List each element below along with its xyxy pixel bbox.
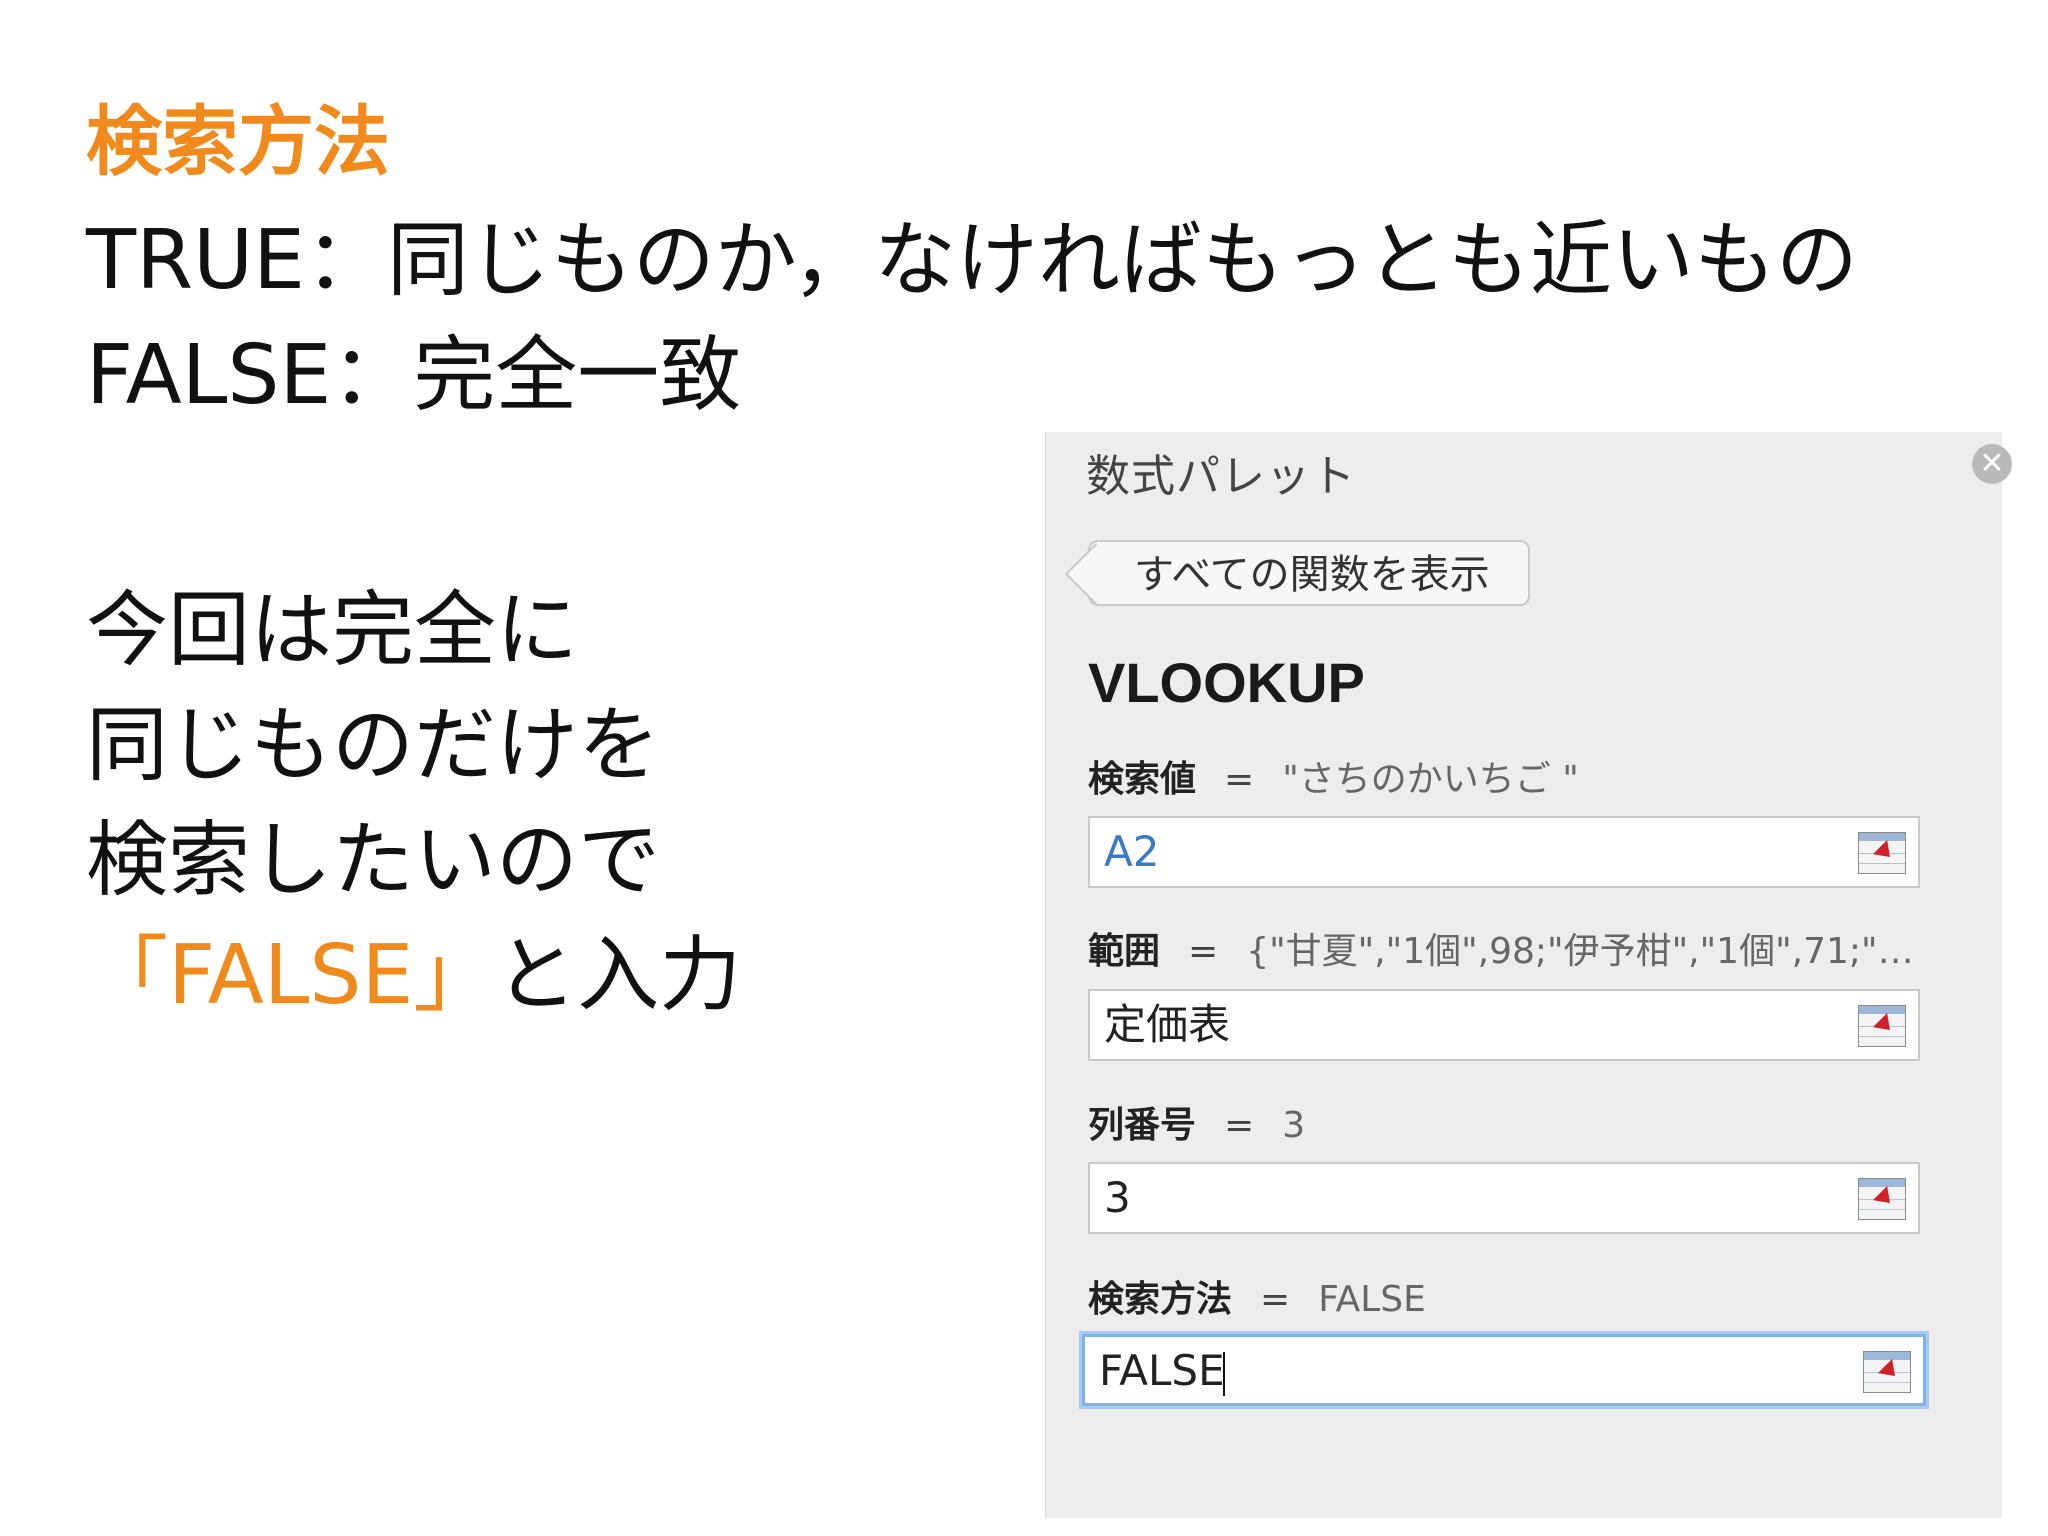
arg-equals: = [1188, 931, 1219, 972]
lookup-value-text: A2 [1104, 827, 1160, 876]
column-index-input[interactable]: 3 [1088, 1162, 1920, 1234]
text-caret [1222, 1351, 1225, 1396]
body-line-4: 「FALSE」と入力 [86, 927, 741, 1025]
function-name: VLOOKUP [1088, 651, 1365, 714]
arg-evaluated-value: 3 [1282, 1105, 1306, 1146]
arg-name: 検索方法 [1088, 1279, 1233, 1320]
arg-equals: = [1260, 1279, 1291, 1320]
range-text: 定価表 [1104, 1000, 1231, 1049]
cell-reference-icon[interactable] [1858, 1178, 1906, 1220]
range-lookup-input[interactable]: FALSE [1082, 1334, 1926, 1406]
arg-label-range: 範囲 = {"甘夏","1個",98;"伊予柑","1個",71;"… [1088, 922, 1914, 974]
arg-name: 列番号 [1088, 1105, 1197, 1146]
arg-evaluated-value: FALSE [1318, 1279, 1426, 1320]
formula-palette: 数式パレット ✕ すべての関数を表示 VLOOKUP 検索値 = "さちのかいちご … [1045, 432, 2012, 1518]
arg-evaluated-value: {"甘夏","1個",98;"伊予柑","1個",71;"… [1246, 931, 1914, 972]
body-line-1: 今回は完全に [86, 583, 579, 678]
arg-label-lookup-value: 検索値 = "さちのかいちご " [1088, 750, 1579, 802]
true-description: TRUE：同じものか，なければもっとも近いもの [86, 213, 1858, 308]
arg-name: 範囲 [1088, 931, 1161, 972]
arg-label-range-lookup: 検索方法 = FALSE [1088, 1270, 1426, 1322]
body-line-2: 同じものだけを [86, 698, 661, 793]
cell-reference-icon[interactable] [1858, 1005, 1906, 1047]
palette-title: 数式パレット [1086, 451, 1356, 502]
lookup-value-input[interactable]: A2 [1088, 816, 1920, 888]
column-index-text: 3 [1104, 1173, 1131, 1222]
arg-label-column-index: 列番号 = 3 [1088, 1096, 1305, 1148]
false-accent-text: 「FALSE」 [86, 928, 496, 1023]
input-instruction-text: と入力 [495, 928, 742, 1023]
arg-name: 検索値 [1088, 759, 1197, 800]
range-input[interactable]: 定価表 [1088, 989, 1920, 1061]
cell-reference-icon[interactable] [1858, 832, 1906, 874]
slide-heading: 検索方法 [86, 97, 390, 186]
false-description: FALSE：完全一致 [86, 328, 742, 423]
arg-equals: = [1224, 1105, 1255, 1146]
cell-reference-icon[interactable] [1863, 1351, 1911, 1393]
show-all-functions-button[interactable]: すべての関数を表示 [1088, 540, 1530, 606]
arg-evaluated-value: "さちのかいちご " [1282, 759, 1579, 800]
show-all-functions-label: すべての関数を表示 [1134, 552, 1490, 598]
body-line-3: 検索したいので [86, 813, 661, 908]
range-lookup-text: FALSE [1099, 1346, 1225, 1395]
arg-equals: = [1224, 759, 1255, 800]
close-icon[interactable]: ✕ [1972, 444, 2012, 484]
